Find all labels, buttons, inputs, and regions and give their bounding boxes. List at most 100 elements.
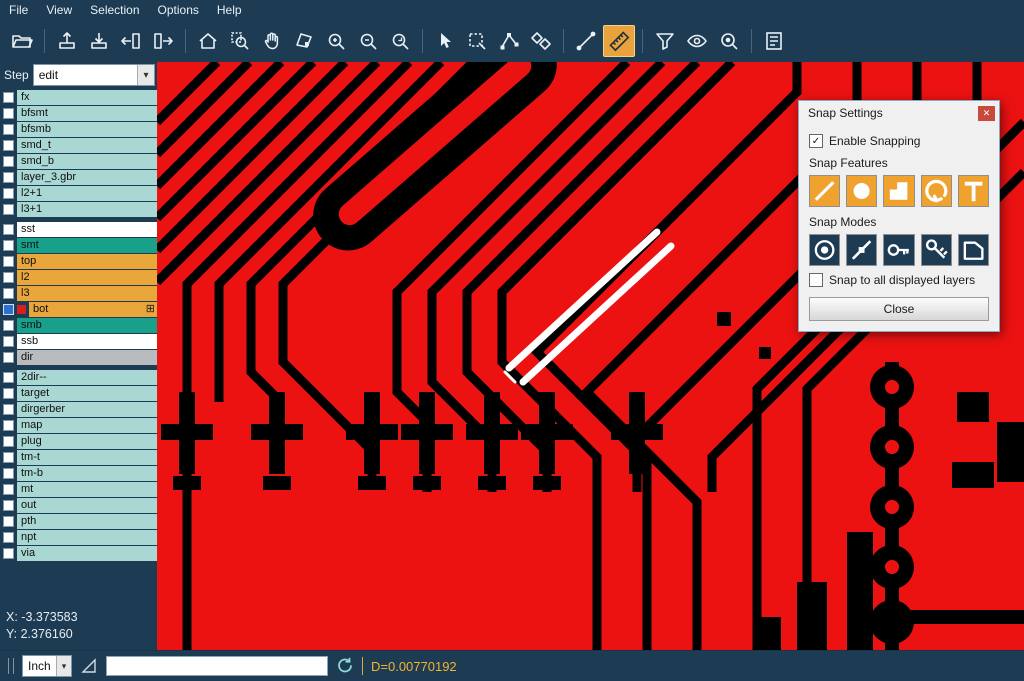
layer-visibility-checkbox[interactable] [3,224,14,235]
select-cursor-button[interactable] [430,26,460,56]
layer-visibility-checkbox[interactable] [3,372,14,383]
save-down-button[interactable] [84,26,114,56]
layer-row[interactable]: l3+1 [0,202,157,217]
measure-ruler-button[interactable] [603,25,635,57]
layer-row[interactable]: smd_t [0,138,157,153]
select-window-button[interactable] [462,26,492,56]
layer-row[interactable]: smt [0,238,157,253]
chevron-down-icon[interactable]: ▾ [137,65,154,85]
layer-name[interactable]: l3+1 [17,202,157,217]
layer-name[interactable]: target [17,386,157,401]
filter-button[interactable] [650,26,680,56]
layer-row[interactable]: plug [0,434,157,449]
gerber-canvas[interactable]: Snap Settings ✕ ✓ Enable Snapping Snap F… [157,62,1024,651]
layer-row[interactable]: pth [0,514,157,529]
layer-row[interactable]: dir [0,350,157,365]
snap-text-button[interactable] [958,175,989,207]
snap-line-button[interactable] [809,175,840,207]
menu-options[interactable]: Options [149,1,208,19]
layer-name[interactable]: dirgerber [17,402,157,417]
enable-snapping-row[interactable]: ✓ Enable Snapping [809,134,989,148]
layer-visibility-checkbox[interactable] [3,204,14,215]
layer-row[interactable]: 2dir-- [0,370,157,385]
layer-name[interactable]: smb [17,318,157,333]
view-options-button[interactable] [682,26,712,56]
layer-visibility-checkbox[interactable] [3,516,14,527]
unit-select[interactable]: Inch ▾ [22,655,72,677]
all-layers-checkbox[interactable] [809,273,823,287]
snap-pad-button[interactable] [846,175,877,207]
layer-row[interactable]: via [0,546,157,561]
refresh-icon[interactable] [336,657,354,675]
layer-row[interactable]: sst [0,222,157,237]
layer-visibility-checkbox[interactable] [3,548,14,559]
layer-name[interactable]: 2dir-- [17,370,157,385]
layer-visibility-checkbox[interactable] [3,420,14,431]
layer-row[interactable]: mt [0,482,157,497]
snap-key-angle-button[interactable] [921,234,952,266]
layer-visibility-checkbox[interactable] [3,484,14,495]
layer-name[interactable]: bfsmb [17,122,157,137]
layer-visibility-checkbox[interactable] [3,304,14,315]
home-view-button[interactable] [193,26,223,56]
layer-visibility-checkbox[interactable] [3,532,14,543]
close-button[interactable]: Close [809,297,989,321]
layer-name[interactable]: l2+1 [17,186,157,201]
load-up-button[interactable] [52,26,82,56]
layer-name[interactable]: pth [17,514,157,529]
zoom-window-button[interactable] [225,26,255,56]
snap-on-line-button[interactable] [846,234,877,266]
layer-row-selected[interactable]: bot⊞ [0,302,157,317]
step-select[interactable]: edit ▾ [33,64,155,86]
chevron-down-icon[interactable]: ▾ [56,656,71,676]
layer-name[interactable]: layer_3.gbr [17,170,157,185]
layer-name[interactable]: dir [17,350,157,365]
layer-visibility-checkbox[interactable] [3,336,14,347]
layer-row[interactable]: bfsmb [0,122,157,137]
layer-visibility-checkbox[interactable] [3,436,14,447]
layer-visibility-checkbox[interactable] [3,288,14,299]
layer-name[interactable]: sst [17,222,157,237]
zoom-out-button[interactable] [353,26,383,56]
layer-row[interactable]: layer_3.gbr [0,170,157,185]
layer-row[interactable]: tm-t [0,450,157,465]
pan-hand-button[interactable] [257,26,287,56]
layer-name[interactable]: smd_t [17,138,157,153]
zoom-polygon-button[interactable] [289,26,319,56]
layer-name[interactable]: via [17,546,157,561]
open-file-button[interactable] [7,26,37,56]
layer-row[interactable]: target [0,386,157,401]
snap-key-button[interactable] [883,234,914,266]
layer-visibility-checkbox[interactable] [3,320,14,331]
layer-visibility-checkbox[interactable] [3,92,14,103]
snap-contour-button[interactable] [958,234,989,266]
layer-visibility-checkbox[interactable] [3,352,14,363]
layer-row[interactable]: map [0,418,157,433]
enable-snapping-checkbox[interactable]: ✓ [809,134,823,148]
layer-visibility-checkbox[interactable] [3,468,14,479]
layer-name[interactable]: mt [17,482,157,497]
layer-name[interactable]: ssb [17,334,157,349]
layer-visibility-checkbox[interactable] [3,188,14,199]
snap-center-button[interactable] [809,234,840,266]
layer-visibility-checkbox[interactable] [3,172,14,183]
dialog-titlebar[interactable]: Snap Settings ✕ [799,101,999,125]
close-icon[interactable]: ✕ [978,106,995,121]
layer-visibility-checkbox[interactable] [3,452,14,463]
layer-name[interactable]: smd_b [17,154,157,169]
layer-row[interactable]: bfsmt [0,106,157,121]
layer-name[interactable]: map [17,418,157,433]
layer-name[interactable]: smt [17,238,157,253]
layer-row[interactable]: l2 [0,270,157,285]
layer-name[interactable]: fx [17,90,157,105]
layer-name[interactable]: top [17,254,157,269]
layer-visibility-checkbox[interactable] [3,272,14,283]
layer-row[interactable]: l2+1 [0,186,157,201]
layer-visibility-checkbox[interactable] [3,108,14,119]
import-button[interactable] [116,26,146,56]
layer-row[interactable]: l3 [0,286,157,301]
layer-name[interactable]: tm-b [17,466,157,481]
export-button[interactable] [148,26,178,56]
layer-visibility-checkbox[interactable] [3,124,14,135]
layer-row[interactable]: top [0,254,157,269]
